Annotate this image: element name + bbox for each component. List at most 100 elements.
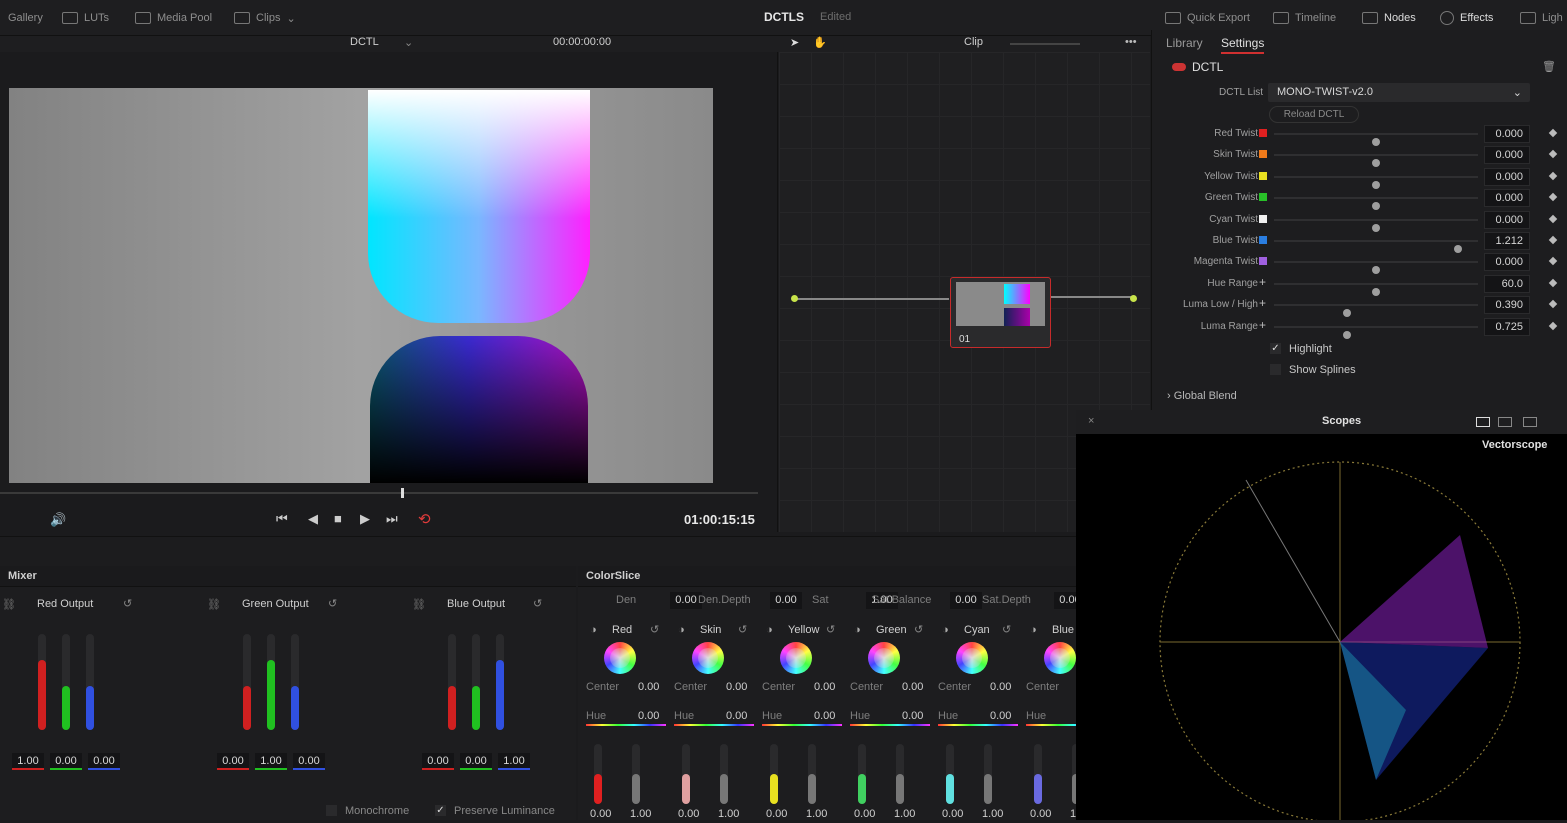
- center-value[interactable]: 0.00: [990, 681, 1011, 693]
- plus-icon[interactable]: +: [1259, 275, 1267, 289]
- reset-icon[interactable]: ↺: [1002, 623, 1011, 636]
- play-icon[interactable]: ▶: [360, 511, 370, 527]
- slice-value-1[interactable]: 0.00: [854, 808, 875, 820]
- param-value[interactable]: 0.000: [1484, 167, 1530, 186]
- slice-value-1[interactable]: 0.00: [942, 808, 963, 820]
- output-value[interactable]: 1.00: [255, 753, 287, 770]
- hue-bar[interactable]: [938, 724, 1018, 726]
- slice-value-1[interactable]: 0.00: [1030, 808, 1051, 820]
- slice-value-1[interactable]: 0.00: [766, 808, 787, 820]
- hue-bar[interactable]: [1026, 724, 1076, 726]
- plus-icon[interactable]: +: [1259, 296, 1267, 310]
- slider-knob[interactable]: [1343, 330, 1352, 339]
- slice-value-2[interactable]: 1.00: [718, 808, 739, 820]
- layout-single-icon[interactable]: [1476, 417, 1490, 427]
- reset-icon[interactable]: ↺: [123, 597, 132, 610]
- stop-icon[interactable]: ■: [334, 511, 342, 526]
- reset-icon[interactable]: ↺: [650, 623, 659, 636]
- clip-mode-dropdown[interactable]: Clip: [964, 36, 983, 48]
- dctl-list-dropdown[interactable]: MONO-TWIST-v2.0 ⌄: [1268, 83, 1530, 102]
- output-value[interactable]: 0.00: [460, 753, 492, 770]
- gallery-button[interactable]: Gallery: [8, 0, 43, 36]
- hue-bar[interactable]: [674, 724, 754, 726]
- param-value[interactable]: 0.000: [1484, 253, 1530, 272]
- slice-wheel[interactable]: [780, 642, 812, 674]
- clips-button[interactable]: Clips ⌄: [234, 0, 296, 36]
- param-slider[interactable]: [1274, 218, 1478, 232]
- layout-double-icon[interactable]: [1498, 417, 1512, 427]
- keyframe-icon[interactable]: [1548, 257, 1558, 266]
- hue-value[interactable]: 0.00: [726, 710, 747, 722]
- slice-slider[interactable]: [808, 744, 816, 804]
- toggle-icon[interactable]: ◑: [678, 624, 685, 636]
- hue-bar[interactable]: [586, 724, 666, 726]
- output-value[interactable]: 0.00: [217, 753, 249, 770]
- loop-icon[interactable]: ⟲: [418, 510, 431, 528]
- hue-bar[interactable]: [850, 724, 930, 726]
- toggle-icon[interactable]: ◑: [1030, 624, 1037, 636]
- hue-value[interactable]: 0.00: [990, 710, 1011, 722]
- param-slider[interactable]: [1274, 197, 1478, 211]
- param-slider[interactable]: [1274, 304, 1478, 318]
- reset-icon[interactable]: ↺: [328, 597, 337, 610]
- input-port[interactable]: [791, 295, 798, 302]
- output-slider[interactable]: [86, 634, 94, 730]
- monochrome-checkbox[interactable]: [326, 805, 337, 816]
- slice-wheel[interactable]: [692, 642, 724, 674]
- timeline-scrubber[interactable]: [0, 492, 758, 494]
- playhead[interactable]: [401, 488, 404, 498]
- output-value[interactable]: 0.00: [88, 753, 120, 770]
- hue-value[interactable]: 0.00: [814, 710, 835, 722]
- slice-slider[interactable]: [682, 744, 690, 804]
- center-value[interactable]: 0.00: [902, 681, 923, 693]
- tab-settings[interactable]: Settings: [1221, 36, 1265, 54]
- param-slider[interactable]: [1274, 261, 1478, 275]
- param-value[interactable]: 60.0: [1484, 274, 1530, 293]
- effect-dropdown[interactable]: DCTL: [350, 36, 379, 48]
- timecode-field[interactable]: 00:00:00:00: [553, 36, 611, 48]
- param-value[interactable]: 0.000: [1484, 189, 1530, 208]
- hue-value[interactable]: 0.00: [902, 710, 923, 722]
- output-value[interactable]: 1.00: [498, 753, 530, 770]
- slice-slider[interactable]: [946, 744, 954, 804]
- slice-slider[interactable]: [1034, 744, 1042, 804]
- keyframe-icon[interactable]: [1548, 128, 1558, 138]
- output-slider[interactable]: [38, 634, 46, 730]
- show-splines-checkbox[interactable]: [1270, 364, 1281, 375]
- zoom-slider[interactable]: [1010, 43, 1080, 45]
- param-slider[interactable]: [1274, 154, 1478, 168]
- param-slider[interactable]: [1274, 133, 1478, 146]
- output-slider[interactable]: [291, 634, 299, 730]
- output-slider[interactable]: [472, 634, 480, 730]
- preserve-luminance-checkbox[interactable]: ✓: [435, 805, 446, 816]
- param-slider[interactable]: [1274, 282, 1478, 296]
- slice-value-1[interactable]: 0.00: [678, 808, 699, 820]
- volume-icon[interactable]: 🔊: [50, 512, 66, 528]
- luts-button[interactable]: LUTs: [62, 0, 109, 36]
- output-slider[interactable]: [62, 634, 70, 730]
- node-01[interactable]: 01: [950, 277, 1051, 348]
- slice-value-2[interactable]: 1.00: [630, 808, 651, 820]
- viewer-image[interactable]: [9, 88, 713, 483]
- slice-wheel[interactable]: [604, 642, 636, 674]
- media-pool-button[interactable]: Media Pool: [135, 0, 212, 36]
- slice-value-1[interactable]: 0.00: [590, 808, 611, 820]
- link-icon[interactable]: ⛓: [207, 598, 221, 611]
- close-icon[interactable]: ×: [1088, 415, 1094, 427]
- reload-dctl-button[interactable]: Reload DCTL: [1269, 106, 1359, 123]
- skip-start-icon[interactable]: ⏮: [276, 511, 288, 527]
- slice-slider[interactable]: [858, 744, 866, 804]
- slice-slider[interactable]: [720, 744, 728, 804]
- keyframe-icon[interactable]: [1548, 150, 1558, 159]
- link-icon[interactable]: ⛓: [412, 598, 426, 611]
- output-value[interactable]: 0.00: [50, 753, 82, 770]
- global-param-value[interactable]: 0.00: [770, 592, 802, 609]
- hue-bar[interactable]: [762, 724, 842, 726]
- trash-icon[interactable]: 🗑: [1542, 60, 1556, 73]
- scope-mode-dropdown[interactable]: Vectorscope: [1482, 439, 1547, 451]
- slice-wheel[interactable]: [956, 642, 988, 674]
- slice-value-2[interactable]: 1: [1070, 808, 1076, 820]
- slice-slider[interactable]: [896, 744, 904, 804]
- param-value[interactable]: 0.000: [1484, 210, 1530, 229]
- link-icon[interactable]: ⛓: [2, 598, 16, 611]
